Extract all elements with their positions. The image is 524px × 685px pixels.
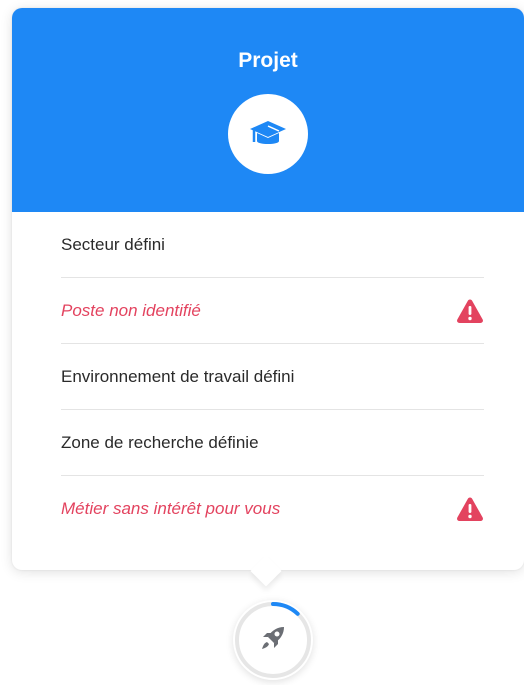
item-label: Métier sans intérêt pour vous	[61, 499, 281, 518]
warning-icon	[456, 298, 484, 324]
graduation-cap-icon	[228, 94, 308, 174]
progress-ring	[235, 602, 311, 678]
item-label: Poste non identifié	[61, 300, 201, 320]
rocket-progress-button[interactable]	[233, 600, 313, 680]
project-popover-card: Projet Secteur défini Poste non identifi…	[12, 8, 524, 570]
item-label: Environnement de travail défini	[61, 366, 295, 386]
checklist-item-search-zone[interactable]: Zone de recherche définie	[61, 410, 484, 476]
checklist-item-sector[interactable]: Secteur défini	[61, 212, 484, 278]
card-title: Projet	[238, 49, 298, 72]
checklist-item-position[interactable]: Poste non identifié	[61, 278, 484, 344]
warning-icon	[456, 496, 484, 522]
checklist: Secteur défini Poste non identifié Envir…	[12, 212, 524, 542]
card-header: Projet	[12, 8, 524, 212]
checklist-item-job-interest[interactable]: Métier sans intérêt pour vous	[61, 476, 484, 542]
item-label: Secteur défini	[61, 234, 165, 254]
item-label: Zone de recherche définie	[61, 432, 259, 452]
checklist-item-environment[interactable]: Environnement de travail défini	[61, 344, 484, 410]
